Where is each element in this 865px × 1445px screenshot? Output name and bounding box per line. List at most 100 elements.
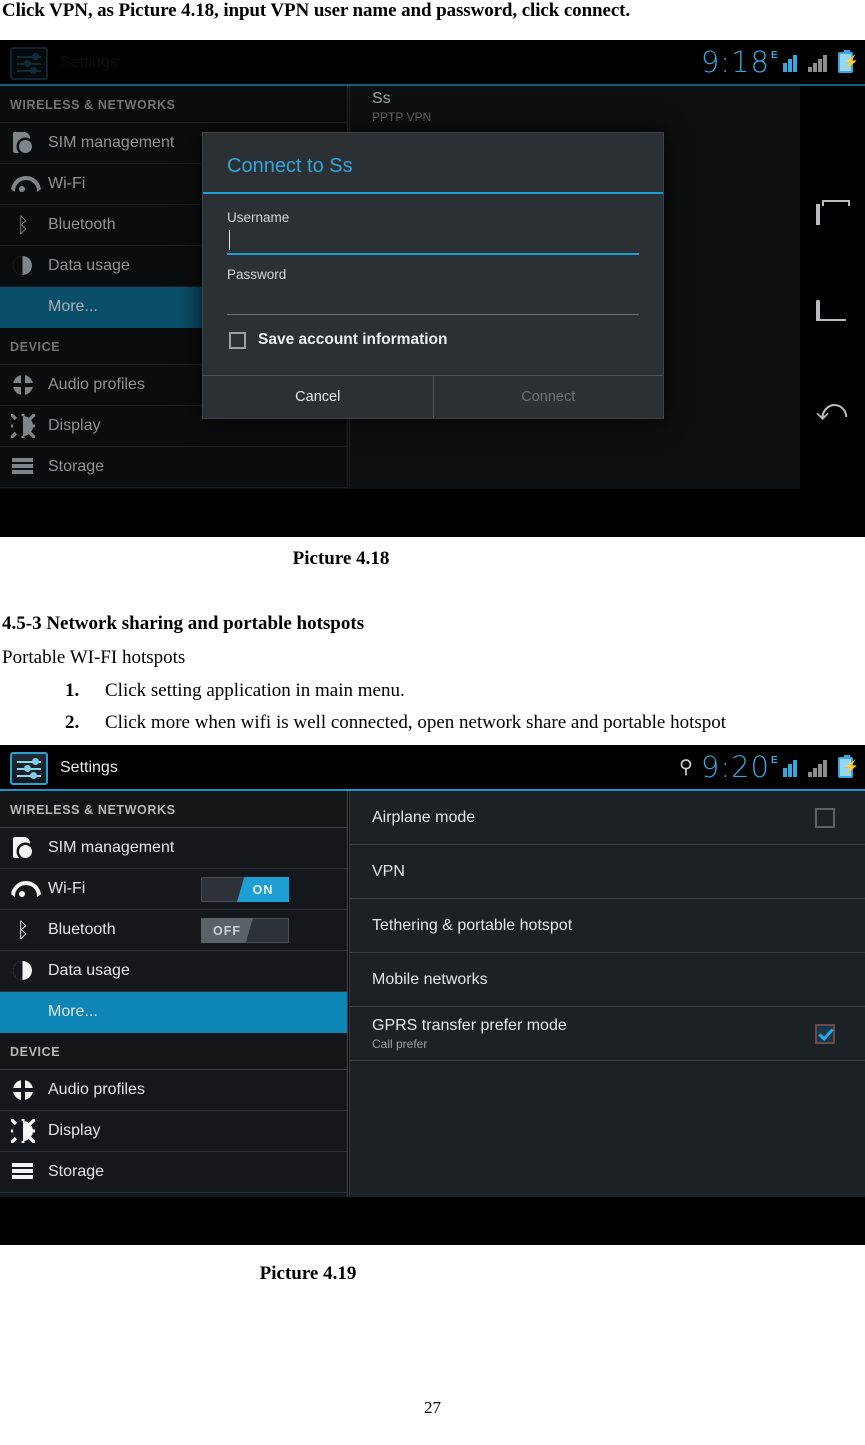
status-clock: 9:18: [700, 45, 770, 79]
save-account-checkbox-row[interactable]: Save account information: [227, 329, 639, 365]
sidebar-item-label: More...: [48, 298, 98, 315]
sidebar-item-label: Audio profiles: [48, 376, 145, 393]
sidebar-item-label: Storage: [48, 1163, 105, 1180]
display-brightness-icon: [10, 414, 36, 438]
vpn-profile-entry[interactable]: Ss PPTP VPN: [372, 90, 431, 124]
sidebar-item-label: Data usage: [48, 257, 130, 274]
settings-sliders-icon: [10, 46, 48, 80]
username-input[interactable]: [227, 227, 639, 255]
bluetooth-toggle-label: OFF: [201, 918, 253, 943]
panel-row-gprs-transfer-prefer-mode[interactable]: GPRS transfer prefer mode Call prefer: [350, 1007, 865, 1061]
figure-caption-419: Picture 4.19: [259, 1263, 357, 1284]
signal-bars-icon: E: [771, 755, 800, 777]
wifi-icon: [10, 877, 36, 901]
panel-row-vpn[interactable]: VPN: [350, 845, 865, 899]
bluetooth-toggle[interactable]: OFF: [201, 918, 289, 943]
panel-row-airplane-mode[interactable]: Airplane mode: [350, 791, 865, 845]
status-clock: 9:20: [700, 750, 770, 784]
battery-charging-icon: ⚡: [838, 49, 859, 73]
bottom-nav-strip: [0, 489, 865, 537]
usb-icon: ⚲: [678, 756, 693, 778]
sim-card-icon: [10, 836, 36, 860]
settings-sidebar: WIRELESS & NETWORKS SIM management Wi-Fi…: [0, 791, 348, 1245]
status-bar-app: Settings: [10, 751, 118, 785]
wifi-toggle[interactable]: ON: [201, 877, 289, 902]
status-bar-indicators: 9:18 E ⚡: [700, 40, 859, 84]
password-label: Password: [227, 267, 287, 282]
sidebar-item-label: Display: [48, 1122, 101, 1139]
sidebar-item-data-usage[interactable]: Data usage: [0, 951, 347, 992]
figure-caption-418: Picture 4.18: [292, 548, 390, 569]
panel-row-sublabel: Call prefer: [372, 1036, 428, 1051]
sidebar-item-label: Storage: [48, 458, 105, 475]
audio-profiles-icon: [10, 373, 36, 397]
sidebar-item-wifi[interactable]: Wi-Fi ON: [0, 869, 347, 910]
checkbox-icon[interactable]: [229, 331, 246, 349]
data-usage-pie-icon: [10, 959, 36, 983]
navigation-rail: ⤺: [800, 86, 865, 537]
vpn-connect-dialog: Connect to Ss Username Password Save acc…: [202, 132, 664, 419]
sidebar-item-bluetooth[interactable]: ᛒ Bluetooth OFF: [0, 910, 347, 951]
sidebar-item-label: SIM management: [48, 134, 175, 151]
sidebar-item-label: Data usage: [48, 962, 130, 979]
password-input[interactable]: [227, 284, 639, 315]
sidebar-item-more[interactable]: More...: [0, 992, 347, 1033]
app-title: Settings: [60, 759, 118, 776]
home-icon[interactable]: [815, 300, 850, 330]
intro-instruction-text: Click VPN, as Picture 4.18, input VPN us…: [2, 0, 631, 21]
dialog-title: Connect to Ss: [203, 133, 663, 194]
panel-row-label: GPRS transfer prefer mode: [372, 1016, 567, 1034]
panel-row-label: VPN: [372, 862, 405, 880]
sidebar-group-wireless: WIRELESS & NETWORKS: [0, 791, 347, 828]
sidebar-item-audio-profiles[interactable]: Audio profiles: [0, 1070, 347, 1111]
sidebar-item-label: Wi-Fi: [48, 880, 86, 897]
edge-network-label: E: [771, 50, 778, 61]
sidebar-item-label: Display: [48, 417, 101, 434]
list-item-text: Click more when wifi is well connected, …: [105, 712, 727, 733]
section-heading-4-5-3: 4.5-3 Network sharing and portable hotsp…: [2, 613, 365, 634]
list-item-number: 1.: [65, 680, 80, 701]
back-icon[interactable]: ⤺: [816, 396, 850, 426]
sidebar-item-storage[interactable]: Storage: [0, 447, 347, 488]
edge-network-label: E: [771, 755, 778, 766]
vpn-profile-name: Ss: [372, 90, 391, 107]
cancel-button[interactable]: Cancel: [203, 376, 434, 418]
battery-charging-icon: ⚡: [838, 754, 859, 778]
list-item-text: Click setting application in main menu.: [105, 680, 405, 701]
sim-card-icon: [10, 131, 36, 155]
sidebar-item-storage[interactable]: Storage: [0, 1152, 347, 1193]
settings-sliders-icon: [10, 751, 48, 785]
recent-apps-icon[interactable]: [815, 204, 850, 234]
panel-row-tethering[interactable]: Tethering & portable hotspot: [350, 899, 865, 953]
sidebar-item-label: Wi-Fi: [48, 175, 86, 192]
save-account-label: Save account information: [258, 331, 448, 348]
status-bar: Settings ⚲ 9:20 E ⚡: [0, 745, 865, 791]
wireless-more-panel: Airplane mode VPN Tethering & portable h…: [349, 791, 865, 1245]
airplane-mode-checkbox[interactable]: [815, 807, 835, 828]
settings-content-area: WIRELESS & NETWORKS SIM management Wi-Fi…: [0, 791, 865, 1245]
data-usage-pie-icon: [10, 254, 36, 278]
sidebar-item-label: Bluetooth: [48, 921, 116, 938]
page-number: 27: [424, 1398, 441, 1417]
panel-row-label: Mobile networks: [372, 970, 488, 988]
bluetooth-icon: ᛒ: [16, 918, 30, 942]
panel-row-mobile-networks[interactable]: Mobile networks: [350, 953, 865, 1007]
status-bar: Settings 9:18 E ⚡: [0, 40, 865, 86]
panel-row-label: Airplane mode: [372, 808, 476, 826]
username-label: Username: [227, 210, 290, 225]
signal-bars-icon: E: [771, 50, 800, 72]
list-item: 2. Click more when wifi is well connected…: [65, 712, 726, 734]
list-item-number: 2.: [65, 712, 80, 733]
connect-button[interactable]: Connect: [434, 376, 664, 418]
signal-bars-secondary-icon: [808, 52, 830, 72]
panel-row-label: Tethering & portable hotspot: [372, 916, 573, 934]
sidebar-item-label: Audio profiles: [48, 1081, 145, 1098]
sidebar-group-wireless: WIRELESS & NETWORKS: [0, 86, 347, 123]
sidebar-item-display[interactable]: Display: [0, 1111, 347, 1152]
wifi-toggle-label: ON: [237, 877, 289, 902]
app-title: Settings: [60, 54, 118, 71]
gprs-transfer-checkbox[interactable]: [815, 1023, 835, 1044]
sidebar-item-sim-management[interactable]: SIM management: [0, 828, 347, 869]
dialog-body: Username Password Save account informati…: [203, 194, 663, 375]
audio-profiles-icon: [10, 1078, 36, 1102]
